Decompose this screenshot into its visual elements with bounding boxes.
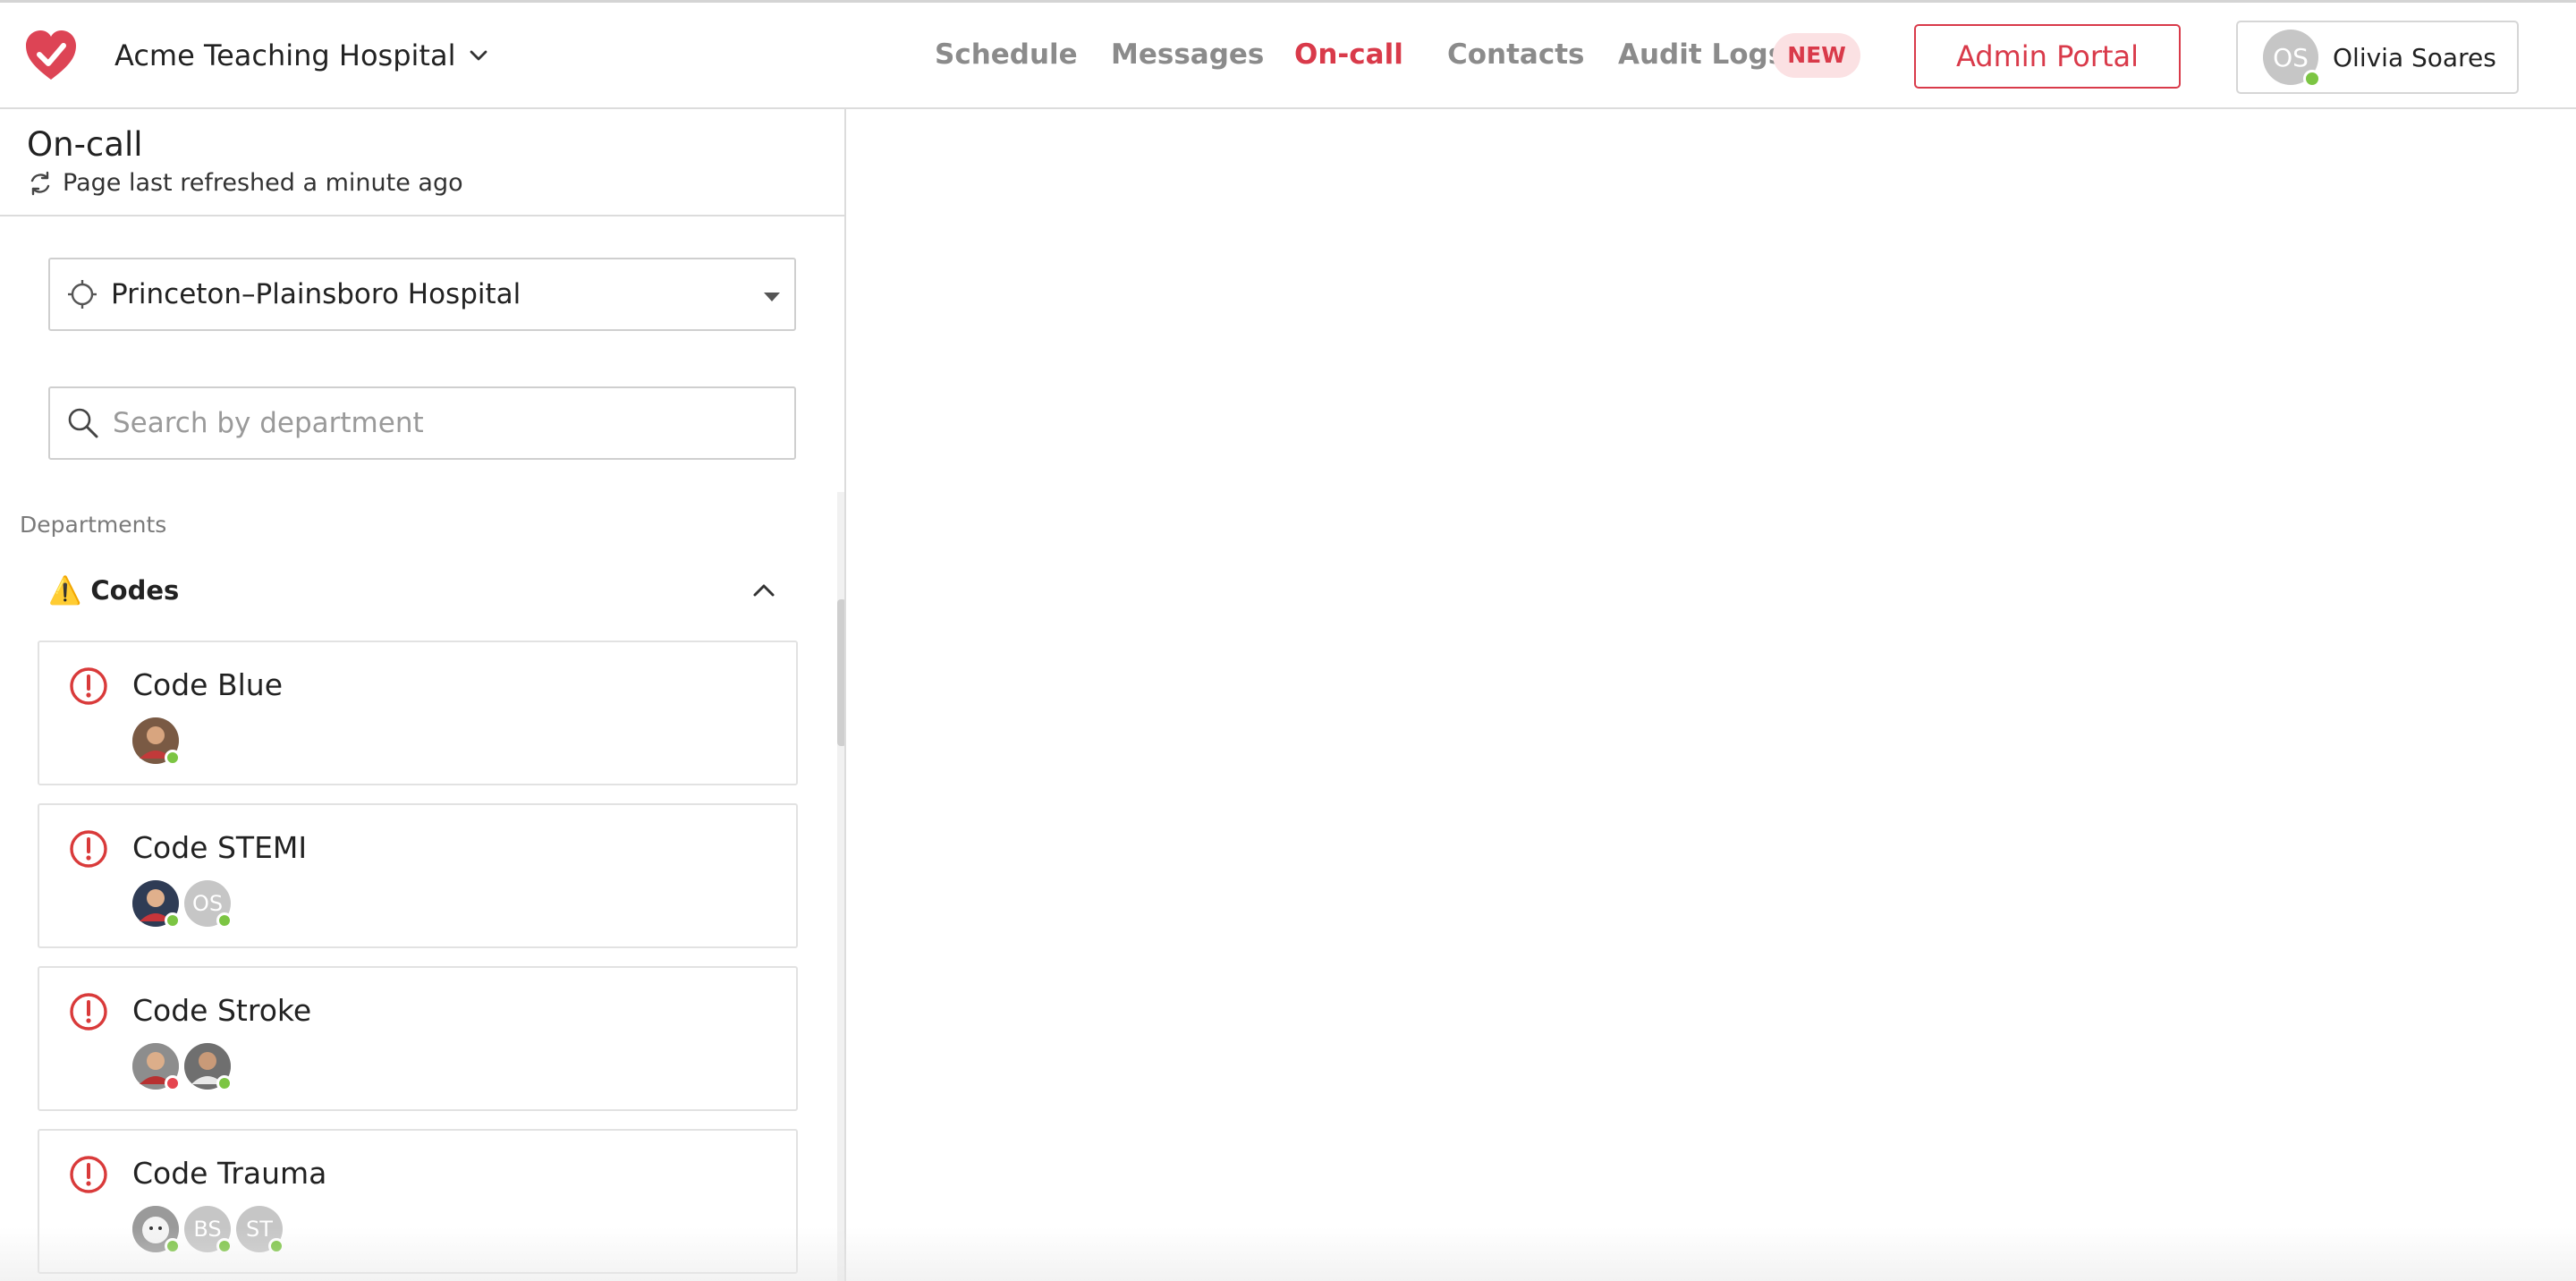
- alert-icon: [70, 830, 107, 868]
- avatar[interactable]: [132, 880, 181, 929]
- nav-schedule[interactable]: Schedule: [935, 38, 1078, 71]
- search-input[interactable]: [113, 407, 775, 439]
- online-status-dot: [216, 912, 233, 929]
- warning-icon: ⚠️: [48, 574, 82, 607]
- nav-audit-logs[interactable]: Audit Logs: [1618, 38, 1784, 71]
- card-title: Code Trauma: [132, 1156, 327, 1191]
- code-card-code-trauma[interactable]: Code Trauma BS ST: [38, 1129, 798, 1274]
- nav-contacts[interactable]: Contacts: [1447, 38, 1585, 71]
- location-select[interactable]: Princeton–Plainsboro Hospital: [48, 258, 796, 331]
- alert-icon: [70, 993, 107, 1031]
- online-status-dot: [165, 912, 181, 929]
- user-name: Olivia Soares: [2333, 42, 2496, 72]
- online-status-dot: [2303, 70, 2321, 88]
- avatar[interactable]: [132, 717, 181, 766]
- online-status-dot: [216, 1075, 233, 1091]
- admin-portal-button[interactable]: Admin Portal: [1914, 24, 2181, 89]
- code-card-code-blue[interactable]: Code Blue: [38, 640, 798, 785]
- online-status-dot: [165, 1238, 181, 1254]
- avatar[interactable]: [184, 1043, 233, 1091]
- on-call-avatars: OS: [132, 880, 233, 929]
- online-status-dot: [268, 1238, 284, 1254]
- on-call-panel: On-call Page last refreshed a minute ago…: [0, 109, 846, 1281]
- nav-on-call[interactable]: On-call: [1294, 38, 1403, 71]
- top-bar: Acme Teaching Hospital Schedule Messages…: [0, 0, 2576, 109]
- on-call-avatars: [132, 1043, 233, 1091]
- code-card-code-stroke[interactable]: Code Stroke: [38, 966, 798, 1111]
- avatar[interactable]: [132, 1043, 181, 1091]
- card-title: Code Blue: [132, 667, 283, 702]
- chevron-up-icon[interactable]: [751, 578, 776, 603]
- avatar[interactable]: [132, 1206, 181, 1254]
- main-content: [848, 111, 2576, 1281]
- department-search: [48, 386, 796, 460]
- group-title: Codes: [90, 575, 180, 606]
- card-title: Code Stroke: [132, 993, 312, 1028]
- avatar-initials: ST: [246, 1217, 273, 1242]
- avatar-initials: OS: [2273, 42, 2309, 72]
- avatar: OS: [2263, 30, 2321, 88]
- user-menu-button[interactable]: OS Olivia Soares: [2236, 21, 2519, 94]
- page-title: On-call: [27, 125, 143, 164]
- group-header-codes[interactable]: ⚠️ Codes: [48, 565, 787, 615]
- refresh-status[interactable]: Page last refreshed a minute ago: [27, 169, 844, 197]
- departments-label: Departments: [20, 512, 167, 538]
- online-status-dot: [216, 1238, 233, 1254]
- busy-status-dot: [165, 1075, 181, 1091]
- heart-check-logo-icon[interactable]: [23, 28, 79, 83]
- avatar-initials: BS: [193, 1217, 222, 1242]
- online-status-dot: [165, 750, 181, 766]
- card-title: Code STEMI: [132, 830, 308, 865]
- avatar[interactable]: OS: [184, 880, 233, 929]
- avatar[interactable]: BS: [184, 1206, 233, 1254]
- search-icon: [68, 408, 98, 438]
- refresh-icon: [30, 171, 50, 195]
- alert-icon: [70, 667, 107, 705]
- organization-name: Acme Teaching Hospital: [114, 38, 456, 72]
- panel-scrollbar[interactable]: [837, 492, 844, 1281]
- chevron-down-icon: [470, 50, 487, 61]
- on-call-avatars: [132, 717, 181, 766]
- refresh-text: Page last refreshed a minute ago: [63, 169, 463, 197]
- scrollbar-thumb[interactable]: [837, 599, 844, 746]
- on-call-avatars: BS ST: [132, 1206, 284, 1254]
- code-card-code-stemi[interactable]: Code STEMI OS: [38, 803, 798, 948]
- avatar[interactable]: ST: [236, 1206, 284, 1254]
- new-badge: NEW: [1773, 33, 1860, 78]
- crosshair-icon: [68, 280, 97, 309]
- caret-down-icon: [764, 293, 780, 301]
- avatar-initials: OS: [191, 891, 224, 916]
- organization-switcher[interactable]: Acme Teaching Hospital: [114, 38, 489, 72]
- nav-messages[interactable]: Messages: [1111, 38, 1264, 71]
- panel-header: On-call Page last refreshed a minute ago: [0, 109, 844, 216]
- location-value: Princeton–Plainsboro Hospital: [111, 278, 521, 310]
- alert-icon: [70, 1156, 107, 1193]
